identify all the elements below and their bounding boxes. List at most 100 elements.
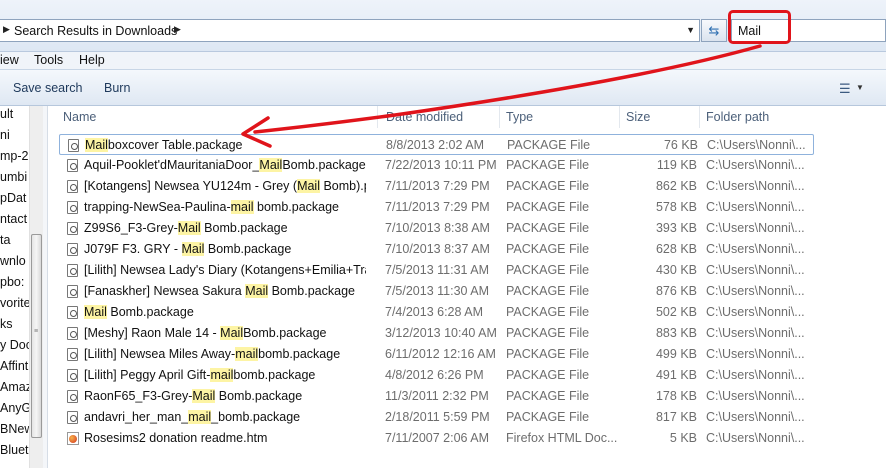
file-name-prefix: J079F F3. GRY - [84,242,182,256]
pane-divider[interactable] [43,106,48,468]
nav-item[interactable]: ult [0,107,13,121]
nav-item[interactable]: pbo: [0,275,24,289]
package-file-icon [67,390,78,403]
file-size: 502 KB [655,305,697,319]
file-row[interactable]: [Fanaskher] Newsea Sakura Mail Bomb.pack… [59,281,814,302]
file-type: PACKAGE File [506,200,590,214]
file-row[interactable]: Aquil-Pooklet'dMauritaniaDoor_MailBomb.p… [59,155,814,176]
file-row[interactable]: [Meshy] Raon Male 14 - MailBomb.package 3… [59,323,814,344]
nav-scrollbar-thumb[interactable]: ≡ [31,234,42,438]
file-row[interactable]: RaonF65_F3-Grey-Mail Bomb.package 11/3/20… [59,386,814,407]
column-header-type[interactable]: Type [506,106,533,128]
file-name-suffix: Bomb.package [204,242,292,256]
search-box[interactable] [731,19,886,42]
menu-help[interactable]: Help [79,53,105,67]
file-name: Mail Bomb.package [84,305,366,319]
package-file-icon [67,369,78,382]
menu-view[interactable]: iew [0,53,19,67]
file-type: PACKAGE File [506,158,590,172]
column-separator[interactable] [699,106,700,128]
column-header-path[interactable]: Folder path [706,106,769,128]
file-row[interactable]: trapping-NewSea-Paulina-mail bomb.packag… [59,197,814,218]
address-dropdown-icon[interactable]: ▼ [686,25,695,35]
file-type: PACKAGE File [506,242,590,256]
file-type: PACKAGE File [507,138,591,152]
nav-item[interactable]: vorite [0,296,31,310]
file-name-prefix: Rosesims2 donation readme.htm [84,431,268,445]
file-row[interactable]: Mail Bomb.package 7/4/2013 6:28 AM PACKAGE… [59,302,814,323]
file-date-modified: 7/4/2013 6:28 AM [385,305,483,319]
file-name-prefix: trapping-NewSea-Paulina- [84,200,231,214]
file-name: [Lilith] Peggy April Gift-mailbomb.packa… [84,368,366,382]
nav-item[interactable]: ni [0,128,10,142]
column-separator[interactable] [499,106,500,128]
file-type: PACKAGE File [506,326,590,340]
nav-item[interactable]: Affint [0,359,28,373]
file-date-modified: 7/5/2013 11:30 AM [385,284,490,298]
search-input[interactable] [732,20,882,41]
burn-button[interactable]: Burn [104,81,130,95]
breadcrumb[interactable]: ▶ Search Results in Downloads ▶ ▼ [0,19,700,42]
file-row[interactable]: J079F F3. GRY - Mail Bomb.package 7/10/20… [59,239,814,260]
file-name-suffix: bomb.package [258,347,341,361]
nav-item[interactable]: y Doc [0,338,32,352]
nav-scrollbar[interactable]: ≡ [29,106,43,468]
file-name: andavri_her_man_mail_bomb.package [84,410,366,424]
file-row[interactable]: andavri_her_man_mail_bomb.package 2/18/20… [59,407,814,428]
file-name: Aquil-Pooklet'dMauritaniaDoor_MailBomb.p… [84,158,366,172]
file-folder-path: C:\Users\Nonni\... [706,305,805,319]
nav-item[interactable]: pDat [0,191,26,205]
file-row[interactable]: Rosesims2 donation readme.htm 7/11/2007 2… [59,428,814,449]
file-size: 5 KB [669,431,697,445]
search-match-highlight: Mail [177,221,201,235]
menu-tools[interactable]: Tools [34,53,63,67]
file-row[interactable]: [Lilith] Newsea Lady's Diary (Kotangens+… [59,260,814,281]
refresh-icon: ⇆ [708,23,720,38]
refresh-button[interactable]: ⇆ [701,19,727,42]
command-bar: Save search Burn ☰ ▼ [0,69,886,106]
nav-item[interactable]: ntact [0,212,27,226]
file-folder-path: C:\Users\Nonni\... [706,431,805,445]
nav-item[interactable]: ks [0,317,13,331]
column-separator[interactable] [619,106,620,128]
file-date-modified: 7/10/2013 8:38 AM [385,221,490,235]
breadcrumb-path[interactable]: Search Results in Downloads [14,24,177,38]
breadcrumb-arrow-icon[interactable]: ▶ [3,24,10,35]
file-name: J079F F3. GRY - Mail Bomb.package [84,242,366,256]
view-dropdown-icon[interactable]: ▼ [856,83,864,92]
file-row[interactable]: Z99S6_F3-Grey-Mail Bomb.package 7/10/2013… [59,218,814,239]
file-size: 119 KB [656,158,697,172]
package-file-icon [67,222,78,235]
nav-item[interactable]: wnlo [0,254,26,268]
package-file-icon [67,285,78,298]
file-date-modified: 11/3/2011 2:32 PM [385,389,489,403]
file-name-suffix: Bomb.package [215,389,303,403]
file-type: PACKAGE File [506,347,590,361]
save-search-button[interactable]: Save search [13,81,82,95]
file-name: Z99S6_F3-Grey-Mail Bomb.package [84,221,366,235]
nav-item[interactable]: ta [0,233,10,247]
file-size: 491 KB [655,368,697,382]
file-name-prefix: [Fanaskher] Newsea Sakura [84,284,246,298]
nav-item[interactable]: Amaz [0,380,32,394]
file-row[interactable]: [Kotangens] Newsea YU124m - Grey (Mail B… [59,176,814,197]
file-row[interactable]: [Lilith] Newsea Miles Away-mailbomb.pack… [59,344,814,365]
nav-item[interactable]: umbi [0,170,27,184]
file-row[interactable]: Mailboxcover Table.package 8/8/2013 2:02 … [59,134,814,155]
file-name-prefix: RaonF65_F3-Grey- [84,389,193,403]
file-name-suffix: Bomb).pa... [323,179,366,193]
address-bar: ▶ Search Results in Downloads ▶ ▼ ⇆ [0,0,886,52]
column-separator[interactable] [377,106,378,128]
menu-bar: iew Tools Help [0,52,886,69]
column-header-name[interactable]: Name [63,106,96,128]
nav-item[interactable]: mp-2 [0,149,28,163]
file-row[interactable]: [Lilith] Peggy April Gift-mailbomb.packa… [59,365,814,386]
file-type: PACKAGE File [506,221,590,235]
breadcrumb-chevron-icon[interactable]: ▶ [174,24,181,35]
column-header-date[interactable]: Date modified [386,106,463,128]
file-name-prefix: [Kotangens] Newsea YU124m - Grey ( [84,179,298,193]
view-options-icon[interactable]: ☰ [839,81,851,97]
file-size: 883 KB [655,326,697,340]
column-header-size[interactable]: Size [626,106,650,128]
file-size: 76 KB [663,138,698,152]
